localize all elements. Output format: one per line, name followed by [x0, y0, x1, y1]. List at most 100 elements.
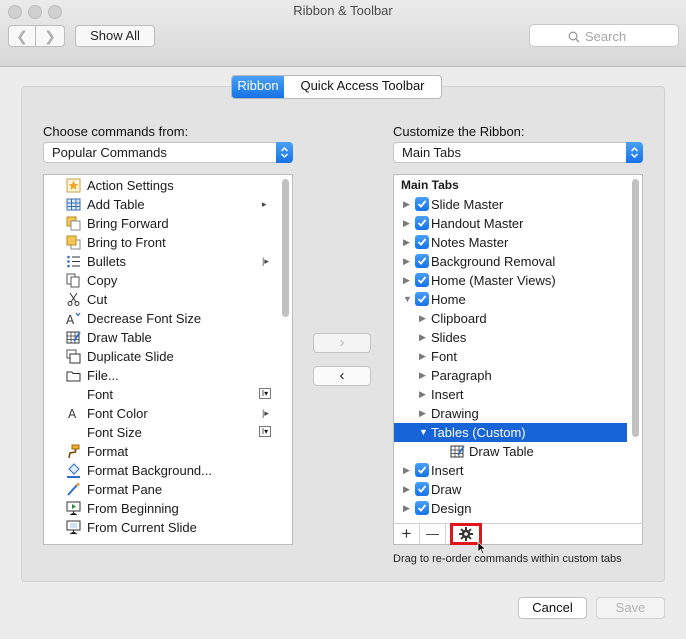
command-item-from-current-slide[interactable]: From Current Slide: [44, 518, 276, 537]
checkbox[interactable]: [415, 235, 429, 249]
command-label: Duplicate Slide: [87, 349, 174, 364]
format-painter-icon: [68, 444, 80, 459]
combo-box-icon: I▾: [259, 388, 271, 399]
disclosure-closed-icon[interactable]: ▶: [419, 404, 426, 423]
bring-front-icon: [66, 235, 81, 250]
tree-item-clipboard[interactable]: ▶ Clipboard: [394, 309, 627, 328]
command-item-duplicate-slide[interactable]: Duplicate Slide: [44, 347, 276, 366]
bring-forward-icon: [66, 216, 81, 231]
tree-item-design[interactable]: ▶ Design: [394, 499, 627, 518]
tree-item-slide-master[interactable]: ▶ Slide Master: [394, 195, 627, 214]
command-item-format[interactable]: Format: [44, 442, 276, 461]
disclosure-closed-icon[interactable]: ▶: [419, 366, 426, 385]
command-item-font[interactable]: Font I▾: [44, 385, 276, 404]
command-item-file[interactable]: File...: [44, 366, 276, 385]
disclosure-closed-icon[interactable]: ▶: [419, 309, 426, 328]
checkbox[interactable]: [415, 482, 429, 496]
slideshow-current-icon: [66, 520, 81, 535]
add-tab-button[interactable]: +: [394, 524, 420, 544]
tree-item-background-removal[interactable]: ▶ Background Removal: [394, 252, 627, 271]
checkbox[interactable]: [415, 501, 429, 515]
cancel-button[interactable]: Cancel: [518, 597, 587, 619]
font-color-icon: A: [68, 407, 77, 421]
ribbon-tree[interactable]: Main Tabs ▶ Slide Master ▶ Handout Master ▶ N…: [393, 174, 643, 524]
tree-item-draw[interactable]: ▶ Draw: [394, 480, 627, 499]
tree-item-label: Insert: [431, 387, 464, 402]
command-item-format-pane[interactable]: Format Pane: [44, 480, 276, 499]
copy-icon: [66, 273, 81, 288]
tree-item-draw-table[interactable]: Draw Table: [394, 442, 627, 461]
command-item-cut[interactable]: Cut: [44, 290, 276, 309]
star-icon: [66, 178, 81, 193]
checkbox[interactable]: [415, 292, 429, 306]
disclosure-closed-icon[interactable]: ▶: [403, 271, 410, 290]
bucket-icon: [67, 463, 80, 478]
tree-item-label: Design: [431, 501, 472, 516]
command-item-format-background[interactable]: Format Background...: [44, 461, 276, 480]
tab-ribbon[interactable]: Ribbon: [232, 76, 284, 98]
checkbox[interactable]: [415, 216, 429, 230]
tree-item-tables-custom[interactable]: ▼ Tables (Custom): [394, 423, 627, 442]
show-all-button[interactable]: Show All: [75, 25, 155, 47]
command-item-font-color[interactable]: A Font Color |▸: [44, 404, 276, 423]
disclosure-closed-icon[interactable]: ▶: [419, 328, 426, 347]
command-item-draw-table[interactable]: Draw Table: [44, 328, 276, 347]
command-label: Bullets: [87, 254, 127, 269]
command-label: Font Size: [87, 425, 142, 440]
command-label: Font Color: [87, 406, 148, 421]
tree-item-home[interactable]: ▼ Home: [394, 290, 627, 309]
disclosure-closed-icon[interactable]: ▶: [419, 385, 426, 404]
ribbon-tree-scrollbar[interactable]: [632, 179, 639, 437]
checkbox[interactable]: [415, 273, 429, 287]
command-item-action-settings[interactable]: Action Settings: [44, 176, 276, 195]
checkbox[interactable]: [415, 463, 429, 477]
window-title: Ribbon & Toolbar: [293, 3, 393, 18]
remove-tab-button[interactable]: —: [420, 524, 446, 544]
command-item-bullets[interactable]: Bullets |▸: [44, 252, 276, 271]
tree-item-font[interactable]: ▶ Font: [394, 347, 627, 366]
disclosure-closed-icon[interactable]: ▶: [403, 195, 410, 214]
tree-item-label: Insert: [431, 463, 464, 478]
commands-list[interactable]: Action Settings Add Table ▸ Bring Forward Br…: [43, 174, 293, 545]
commands-scrollbar[interactable]: [282, 179, 289, 317]
remove-command-button[interactable]: ‹: [313, 366, 371, 386]
disclosure-open-icon[interactable]: ▼: [419, 423, 428, 442]
save-button[interactable]: Save: [596, 597, 665, 619]
tree-item-handout-master[interactable]: ▶ Handout Master: [394, 214, 627, 233]
tree-item-insert[interactable]: ▶ Insert: [394, 461, 627, 480]
disclosure-closed-icon[interactable]: ▶: [403, 461, 410, 480]
command-item-bring-forward[interactable]: Bring Forward: [44, 214, 276, 233]
tree-item-paragraph[interactable]: ▶ Paragraph: [394, 366, 627, 385]
search-input[interactable]: Search: [529, 24, 679, 47]
command-item-add-table[interactable]: Add Table ▸: [44, 195, 276, 214]
checkbox[interactable]: [415, 197, 429, 211]
disclosure-closed-icon[interactable]: ▶: [403, 214, 410, 233]
ribbon-tabs-dropdown[interactable]: Main Tabs: [393, 142, 643, 163]
tree-item-slides[interactable]: ▶ Slides: [394, 328, 627, 347]
disclosure-closed-icon[interactable]: ▶: [419, 347, 426, 366]
disclosure-open-icon[interactable]: ▼: [403, 290, 412, 309]
disclosure-closed-icon[interactable]: ▶: [403, 233, 410, 252]
disclosure-closed-icon[interactable]: ▶: [403, 480, 410, 499]
add-command-button[interactable]: ›: [313, 333, 371, 353]
disclosure-closed-icon[interactable]: ▶: [403, 499, 410, 518]
forward-button[interactable]: ❯: [36, 25, 65, 47]
command-item-from-beginning[interactable]: From Beginning: [44, 499, 276, 518]
command-item-decrease-font-size[interactable]: A Decrease Font Size: [44, 309, 276, 328]
command-item-bring-to-front[interactable]: Bring to Front: [44, 233, 276, 252]
disclosure-closed-icon[interactable]: ▶: [403, 252, 410, 271]
scissors-icon: [67, 292, 80, 306]
tree-item-drawing[interactable]: ▶ Drawing: [394, 404, 627, 423]
tree-item-notes-master[interactable]: ▶ Notes Master: [394, 233, 627, 252]
tree-item-home-master-views[interactable]: ▶ Home (Master Views): [394, 271, 627, 290]
command-label: Action Settings: [87, 178, 174, 193]
back-button[interactable]: ❮: [8, 25, 36, 47]
bullets-icon: [66, 254, 81, 269]
tree-item-insert[interactable]: ▶ Insert: [394, 385, 627, 404]
commands-source-dropdown[interactable]: Popular Commands: [43, 142, 293, 163]
tab-quick-access-toolbar[interactable]: Quick Access Toolbar: [284, 76, 441, 98]
checkbox[interactable]: [415, 254, 429, 268]
tree-header: Main Tabs: [401, 178, 459, 192]
command-item-copy[interactable]: Copy: [44, 271, 276, 290]
command-item-font-size[interactable]: Font Size I▾: [44, 423, 276, 442]
